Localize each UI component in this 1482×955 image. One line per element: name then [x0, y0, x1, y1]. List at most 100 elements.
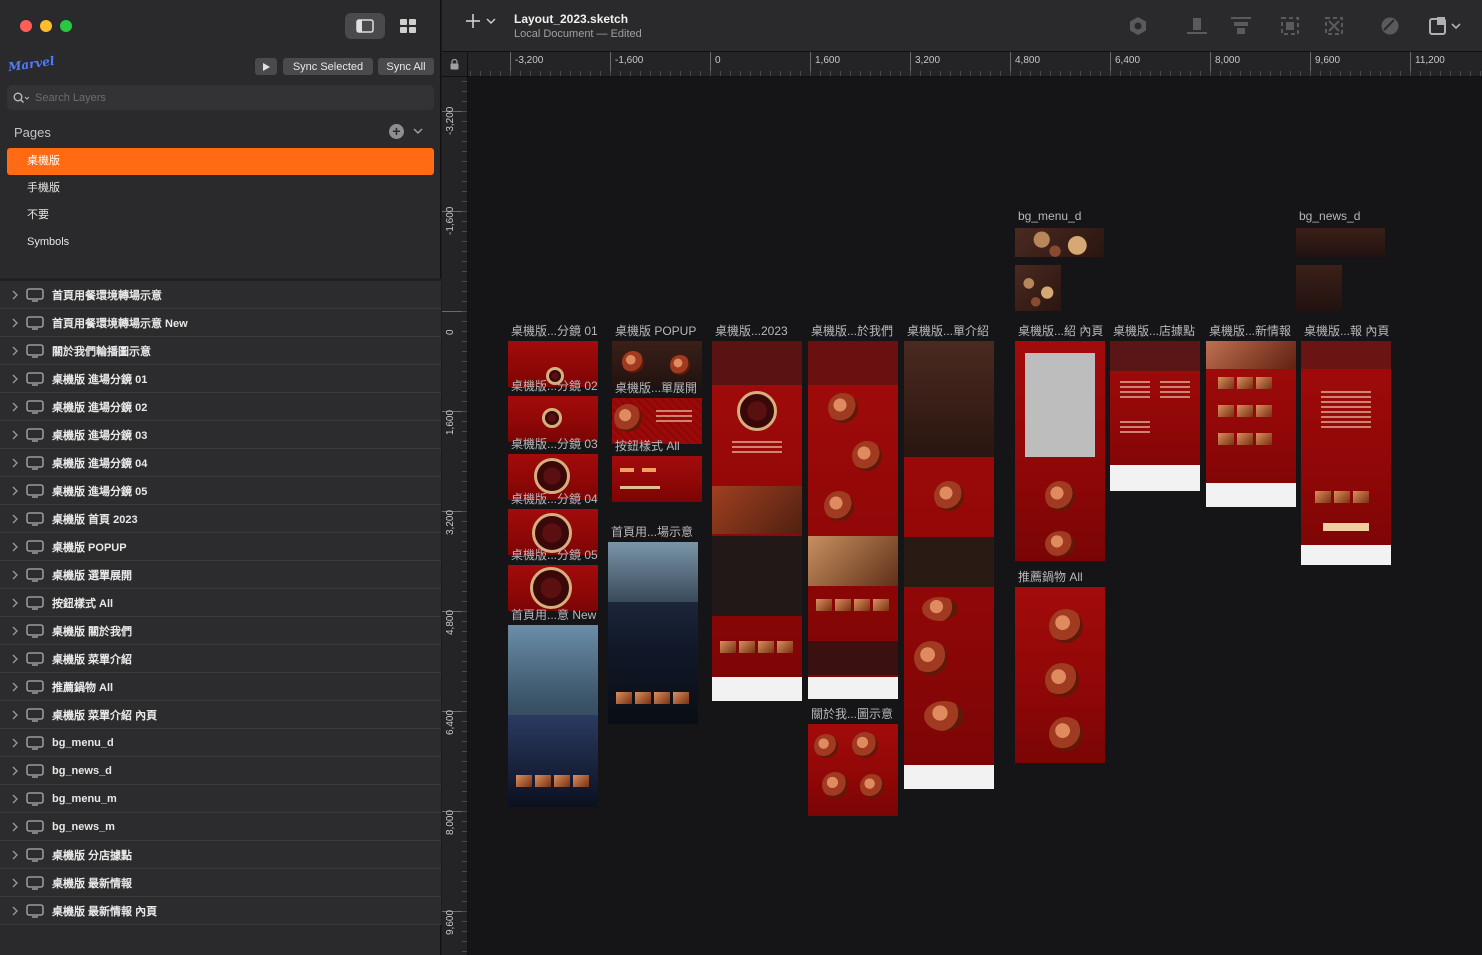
layer-row[interactable]: 首頁用餐環境轉場示意	[0, 281, 441, 309]
artboard-label[interactable]: 桌機版...分鏡 02	[511, 377, 598, 394]
mask-icon[interactable]	[1324, 16, 1344, 36]
disclosure-chevron-icon[interactable]	[11, 710, 23, 720]
canvas-view-button[interactable]	[345, 13, 385, 39]
layer-row[interactable]: 桌機版 菜單介紹	[0, 645, 441, 673]
disclosure-chevron-icon[interactable]	[11, 514, 23, 524]
marvel-play-button[interactable]	[255, 58, 277, 75]
layer-row[interactable]: 桌機版 選單展開	[0, 561, 441, 589]
artboard-label[interactable]: 桌機版...分鏡 04	[511, 490, 598, 507]
artboard-label[interactable]: 桌機版...單介紹	[907, 322, 989, 339]
layer-row[interactable]: 首頁用餐環境轉場示意 New	[0, 309, 441, 337]
artboard-label[interactable]: 首頁用...場示意	[611, 523, 693, 540]
layer-row[interactable]: 關於我們輪播圖示意	[0, 337, 441, 365]
layer-row[interactable]: 桌機版 進場分鏡 01	[0, 365, 441, 393]
search-layers-input[interactable]	[35, 91, 415, 104]
disclosure-chevron-icon[interactable]	[11, 598, 23, 608]
page-item[interactable]: 不要	[7, 202, 434, 229]
disclosure-chevron-icon[interactable]	[11, 542, 23, 552]
layer-row[interactable]: 桌機版 最新情報	[0, 869, 441, 897]
horizontal-ruler[interactable]: -3,200 -1,600 0 1,600 3,200 4,800 6,400 8,000 9,…	[468, 52, 1482, 77]
artboard-bg-menu-d[interactable]	[1015, 228, 1104, 257]
artboard-scene-05[interactable]	[508, 565, 598, 611]
artboard-transition-new[interactable]	[508, 625, 598, 807]
artboard-label[interactable]: 桌機版...分鏡 05	[511, 546, 598, 563]
artboard-label[interactable]: 桌機版 POPUP	[615, 322, 696, 339]
layer-row[interactable]: 桌機版 分店據點	[0, 841, 441, 869]
layer-row[interactable]: 推薦鍋物 All	[0, 673, 441, 701]
artboard-transition[interactable]	[608, 542, 698, 724]
artboard-bg-news-m[interactable]	[1296, 265, 1342, 311]
artboard-label[interactable]: 桌機版...單展開	[615, 379, 697, 396]
disclosure-chevron-icon[interactable]	[11, 738, 23, 748]
artboard-news[interactable]	[1206, 341, 1296, 507]
artboard-news-detail[interactable]	[1301, 341, 1391, 565]
artboard-label[interactable]: 桌機版...紹 內頁	[1018, 322, 1103, 339]
disclosure-chevron-icon[interactable]	[11, 570, 23, 580]
search-layers-field[interactable]	[7, 85, 434, 110]
close-window-button[interactable]	[20, 20, 32, 32]
artboard-menu-intro[interactable]	[904, 341, 994, 789]
layer-row[interactable]: 桌機版 進場分鏡 04	[0, 449, 441, 477]
layer-row[interactable]: 按鈕樣式 All	[0, 589, 441, 617]
layer-row[interactable]: 桌機版 最新情報 內頁	[0, 897, 441, 925]
artboard-label[interactable]: 關於我...圖示意	[811, 705, 893, 722]
artboard-label[interactable]: 桌機版...報 內頁	[1304, 322, 1389, 339]
artboard-bg-menu-m[interactable]	[1015, 265, 1061, 311]
layer-row[interactable]: bg_menu_d	[0, 729, 441, 757]
disclosure-chevron-icon[interactable]	[11, 654, 23, 664]
disclosure-chevron-icon[interactable]	[11, 682, 23, 692]
color-picker-icon[interactable]	[1380, 16, 1400, 36]
artboard-stores[interactable]	[1110, 341, 1200, 491]
vertical-ruler[interactable]: -3,200 -1,600 0 1,600 3,200 4,800 6,400 8,000 9,…	[442, 77, 468, 955]
document-view-button[interactable]	[388, 13, 428, 39]
disclosure-chevron-icon[interactable]	[11, 486, 23, 496]
canvas[interactable]: bg_menu_d bg_news_d 桌機版...分鏡 01 桌機版...分鏡…	[468, 77, 1482, 955]
zoom-window-button[interactable]	[60, 20, 72, 32]
disclosure-chevron-icon[interactable]	[11, 906, 23, 916]
artboard-label[interactable]: bg_menu_d	[1018, 209, 1081, 223]
align-top-icon[interactable]	[1230, 16, 1252, 36]
scale-icon[interactable]	[1280, 16, 1300, 36]
pages-collapse-button[interactable]	[412, 124, 424, 142]
disclosure-chevron-icon[interactable]	[11, 318, 23, 328]
artboard-label[interactable]: 桌機版...於我們	[811, 322, 893, 339]
layer-row[interactable]: 桌機版 關於我們	[0, 617, 441, 645]
page-item[interactable]: 手機版	[7, 175, 434, 202]
disclosure-chevron-icon[interactable]	[11, 850, 23, 860]
artboard-label[interactable]: 推薦鍋物 All	[1018, 568, 1083, 585]
layer-row[interactable]: bg_news_d	[0, 757, 441, 785]
disclosure-chevron-icon[interactable]	[11, 822, 23, 832]
layer-row[interactable]: bg_menu_m	[0, 785, 441, 813]
layer-row[interactable]: 桌機版 POPUP	[0, 533, 441, 561]
artboard-menu-detail[interactable]	[1015, 341, 1105, 561]
artboard-about[interactable]	[808, 341, 898, 699]
artboard-buttons-all[interactable]	[612, 456, 702, 502]
layer-row[interactable]: 桌機版 進場分鏡 03	[0, 421, 441, 449]
disclosure-chevron-icon[interactable]	[11, 766, 23, 776]
disclosure-chevron-icon[interactable]	[11, 374, 23, 384]
artboard-label[interactable]: 桌機版...分鏡 03	[511, 435, 598, 452]
artboard-label[interactable]: 按鈕樣式 All	[615, 437, 680, 454]
disclosure-chevron-icon[interactable]	[11, 346, 23, 356]
layer-row[interactable]: 桌機版 首頁 2023	[0, 505, 441, 533]
artboard-label[interactable]: 桌機版...分鏡 01	[511, 322, 598, 339]
page-item[interactable]: Symbols	[7, 229, 434, 256]
layer-row[interactable]: 桌機版 菜單介紹 內頁	[0, 701, 441, 729]
layer-row[interactable]: bg_news_m	[0, 813, 441, 841]
disclosure-chevron-icon[interactable]	[11, 794, 23, 804]
page-item[interactable]: 桌機版	[7, 148, 434, 175]
artboard-label[interactable]: 桌機版...新情報	[1209, 322, 1291, 339]
disclosure-chevron-icon[interactable]	[11, 626, 23, 636]
sync-all-button[interactable]: Sync All	[378, 58, 434, 75]
minimize-window-button[interactable]	[40, 20, 52, 32]
create-symbol-icon[interactable]	[1128, 16, 1148, 36]
disclosure-chevron-icon[interactable]	[11, 290, 23, 300]
artboard-bg-news-d[interactable]	[1296, 228, 1385, 257]
insert-button[interactable]	[466, 14, 496, 28]
layer-row[interactable]: 桌機版 進場分鏡 02	[0, 393, 441, 421]
artboard-label[interactable]: 桌機版...店據點	[1113, 322, 1195, 339]
align-bottom-icon[interactable]	[1186, 16, 1208, 36]
disclosure-chevron-icon[interactable]	[11, 402, 23, 412]
sync-selected-button[interactable]: Sync Selected	[283, 58, 373, 75]
export-icon[interactable]	[1428, 16, 1462, 36]
